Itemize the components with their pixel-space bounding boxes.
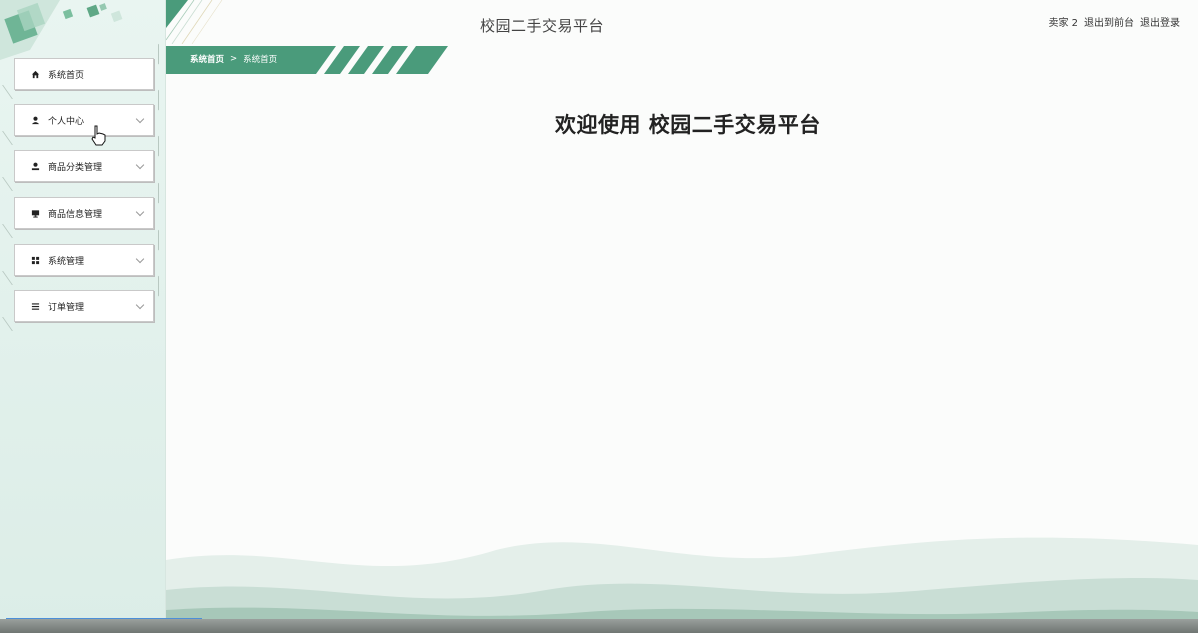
- monitor-icon: [30, 208, 40, 218]
- logo-decoration: [0, 0, 123, 60]
- breadcrumb-current: 系统首页: [243, 55, 278, 65]
- grid-icon: [30, 255, 40, 265]
- breadcrumb: 系统首页 > 系统首页: [190, 53, 277, 65]
- chevron-down-icon: [135, 300, 145, 310]
- sidebar-item-product-management[interactable]: 商品信息管理: [14, 197, 154, 229]
- mouse-cursor-icon: [91, 125, 106, 146]
- wave-decoration: [166, 537, 1198, 633]
- logout-link[interactable]: 退出登录: [1140, 14, 1180, 29]
- sidebar-item-label: 系统首页: [48, 70, 85, 81]
- header-user-menu: 卖家 2 退出到前台 退出登录: [1048, 14, 1180, 29]
- back-to-front-link[interactable]: 退出到前台: [1084, 14, 1134, 29]
- app-title: 校园二手交易平台: [480, 17, 605, 35]
- sidebar-item-label: 商品信息管理: [48, 209, 103, 220]
- chevron-down-icon: [135, 254, 145, 264]
- sidebar: 系统首页 个人中心 商品分类管理 商品信息管理 系统管理 订单管理: [0, 0, 166, 633]
- sidebar-item-order-management[interactable]: 订单管理: [14, 290, 154, 322]
- chevron-down-icon: [135, 160, 145, 170]
- sidebar-item-system-management[interactable]: 系统管理: [14, 244, 154, 276]
- sidebar-item-label: 订单管理: [48, 302, 85, 313]
- sidebar-item-label: 个人中心: [48, 116, 85, 127]
- sidebar-item-home[interactable]: 系统首页: [14, 58, 154, 90]
- welcome-heading: 欢迎使用 校园二手交易平台: [555, 113, 821, 137]
- list-icon: [30, 301, 40, 311]
- sidebar-item-category-management[interactable]: 商品分类管理: [14, 150, 154, 182]
- sidebar-item-personal-center[interactable]: 个人中心: [14, 104, 154, 136]
- home-icon: [30, 69, 40, 79]
- header-decoration: [166, 0, 223, 44]
- user-icon: [30, 115, 40, 125]
- current-user: 卖家 2: [1048, 18, 1078, 29]
- breadcrumb-separator: >: [230, 54, 238, 64]
- taskbar: [0, 619, 1198, 633]
- user-icon: [30, 161, 40, 171]
- chevron-down-icon: [135, 207, 145, 217]
- sidebar-item-label: 系统管理: [48, 256, 85, 267]
- chevron-down-icon: [135, 114, 145, 124]
- breadcrumb-home-link[interactable]: 系统首页: [190, 53, 224, 65]
- sidebar-item-label: 商品分类管理: [48, 162, 103, 173]
